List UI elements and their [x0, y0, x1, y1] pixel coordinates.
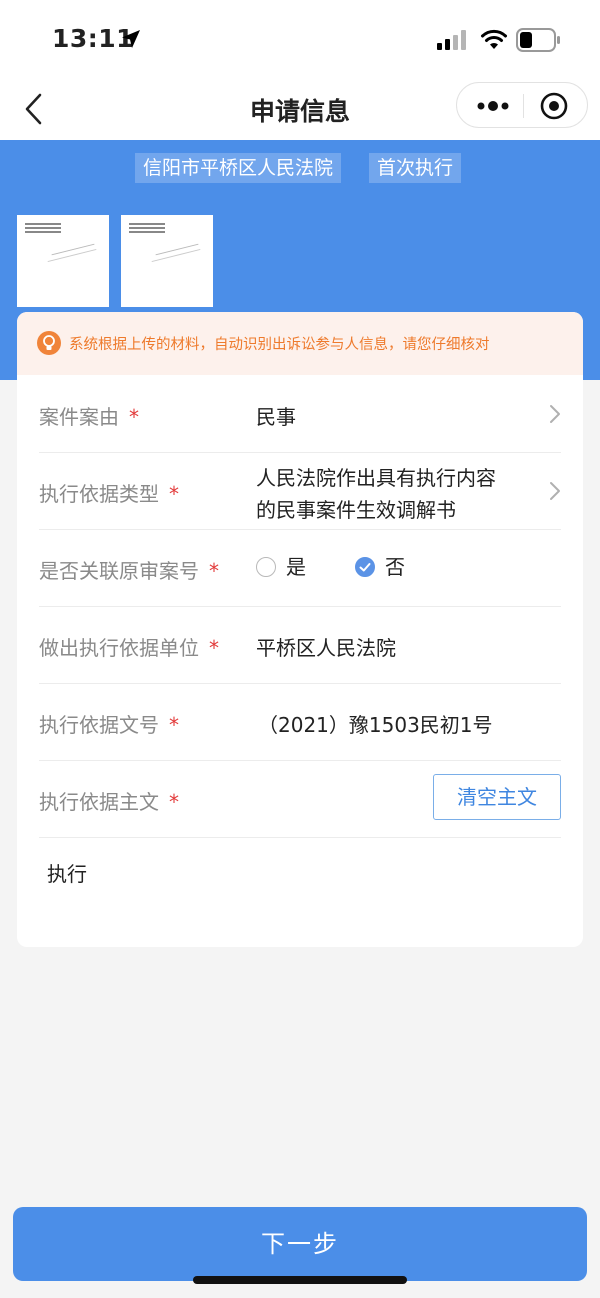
status-bar: 13:11 — [0, 0, 600, 80]
required-mark: * — [209, 636, 219, 660]
required-mark: * — [129, 405, 139, 429]
thumb-text-line — [129, 231, 165, 233]
basis-unit-label: 做出执行依据单位 * — [39, 636, 219, 660]
thumb-watermark — [151, 248, 201, 263]
basis-unit-row[interactable]: 做出执行依据单位 * 平桥区人民法院 — [39, 606, 561, 684]
chevron-right-icon — [550, 405, 560, 423]
thumb-text-line — [129, 227, 165, 229]
more-dots-icon[interactable] — [471, 93, 515, 119]
next-step-button[interactable]: 下一步 — [13, 1207, 587, 1281]
radio-no-label: 否 — [385, 555, 405, 579]
thumb-text-line — [25, 231, 61, 233]
radio-circle-unchecked — [256, 557, 276, 577]
required-mark: * — [169, 713, 179, 737]
link-original-row: 是否关联原审案号 * 是 否 — [39, 529, 561, 607]
document-thumbnail[interactable] — [121, 215, 213, 307]
notice-banner: 系统根据上传的材料，自动识别出诉讼参与人信息，请您仔细核对 — [17, 312, 583, 375]
required-mark: * — [209, 559, 219, 583]
thumb-text-line — [25, 227, 61, 229]
main-text-value[interactable]: 执行 — [47, 858, 87, 887]
wifi-icon — [481, 29, 507, 49]
home-indicator — [193, 1276, 407, 1284]
thumb-text-line — [129, 223, 165, 225]
thumb-watermark — [47, 248, 97, 263]
basis-type-value-line2: 的民事案件生效调解书 — [256, 498, 456, 522]
close-target-icon[interactable] — [539, 91, 569, 121]
execution-type-tag: 首次执行 — [369, 153, 462, 183]
basis-type-row[interactable]: 执行依据类型 * 人民法院作出具有执行内容 的民事案件生效调解书 — [39, 452, 561, 530]
radio-checked-icon — [355, 557, 375, 577]
required-mark: * — [169, 790, 179, 814]
basis-type-label: 执行依据类型 * — [39, 482, 179, 506]
notice-text: 系统根据上传的材料，自动识别出诉讼参与人信息，请您仔细核对 — [69, 337, 490, 353]
chevron-right-icon — [550, 482, 560, 500]
case-cause-label: 案件案由 * — [39, 405, 139, 429]
court-tag: 信阳市平桥区人民法院 — [135, 153, 342, 183]
lightbulb-icon — [37, 331, 61, 355]
basis-number-row[interactable]: 执行依据文号 * （2021）豫1503民初1号 — [39, 683, 561, 761]
nav-bar: 申请信息 — [0, 80, 600, 140]
basis-unit-value: 平桥区人民法院 — [256, 636, 396, 660]
link-original-label: 是否关联原审案号 * — [39, 559, 219, 583]
case-cause-value: 民事 — [256, 405, 296, 429]
cellular-signal-icon — [437, 30, 466, 50]
basis-text-label: 执行依据主文 * — [39, 790, 179, 814]
required-mark: * — [169, 482, 179, 506]
case-cause-row[interactable]: 案件案由 * 民事 — [39, 375, 561, 453]
battery-icon — [516, 28, 560, 52]
basis-number-label: 执行依据文号 * — [39, 713, 179, 737]
capsule-divider — [523, 94, 524, 118]
clear-main-text-button[interactable]: 清空主文 — [433, 774, 561, 820]
radio-yes-label: 是 — [286, 555, 306, 579]
thumb-text-line — [25, 223, 61, 225]
location-arrow-icon — [122, 30, 140, 48]
basis-type-value-line1: 人民法院作出具有执行内容 — [256, 466, 496, 490]
miniprogram-capsule — [456, 82, 588, 128]
document-thumbnail[interactable] — [17, 215, 109, 307]
basis-number-value: （2021）豫1503民初1号 — [258, 713, 493, 737]
form-card: 系统根据上传的材料，自动识别出诉讼参与人信息，请您仔细核对 案件案由 * 民事 执… — [17, 312, 583, 947]
basis-type-value: 人民法院作出具有执行内容 的民事案件生效调解书 — [256, 462, 496, 526]
